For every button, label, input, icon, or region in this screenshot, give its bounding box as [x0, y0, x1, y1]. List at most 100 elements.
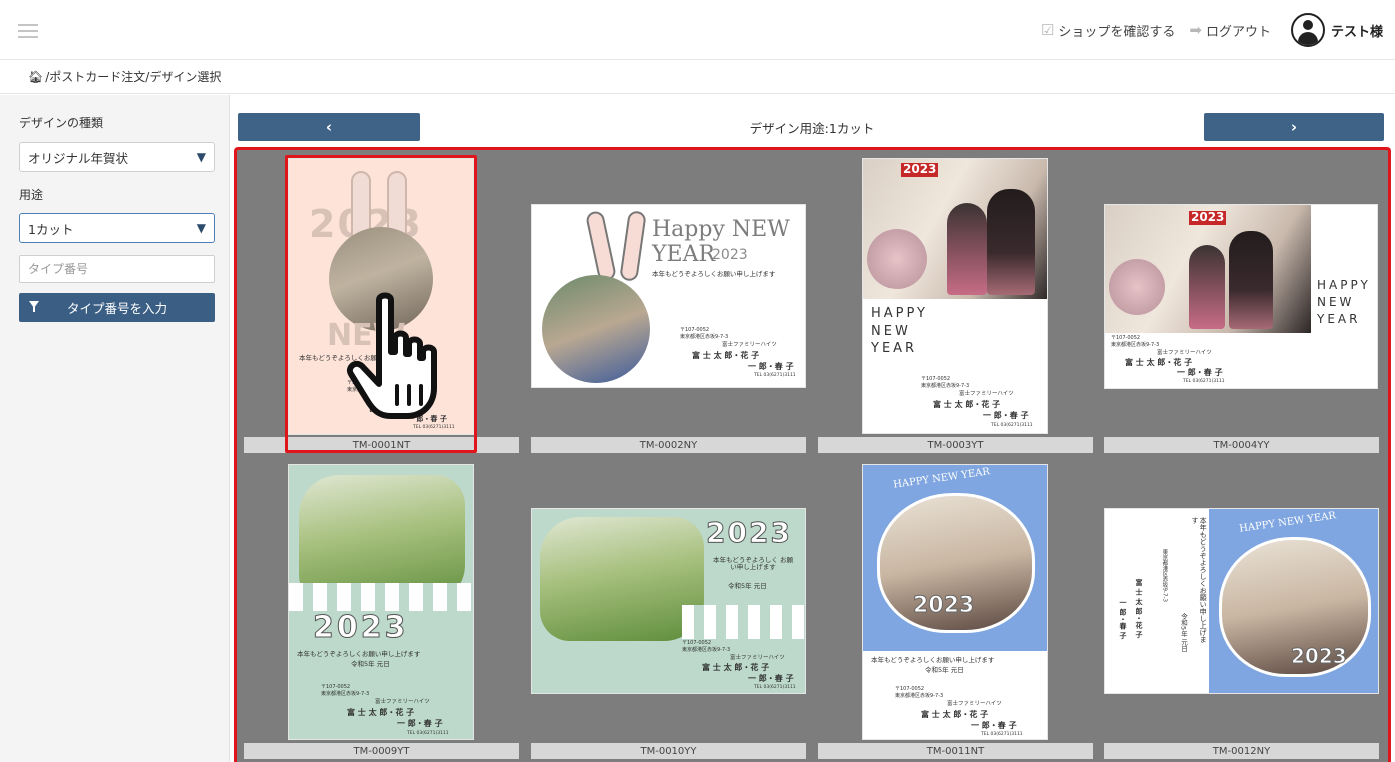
- sender-tel: TEL 03(6271)3111: [754, 685, 796, 690]
- design-code-caption[interactable]: TM-0002NY: [531, 437, 806, 453]
- card-year: 2023: [706, 516, 792, 549]
- sender-building: 富士ファミリーハイツ: [947, 701, 1002, 707]
- card-greeting-line: NEW: [1317, 294, 1355, 309]
- sender-postal: 〒107-0052: [682, 640, 712, 646]
- card-message: 本年もどうぞよろしくお願い申し上げます: [652, 270, 776, 278]
- sender-address: 東京都港区赤坂9-7-3: [1111, 342, 1160, 348]
- card-year: 2023: [912, 592, 975, 618]
- hand-pointer-icon: [347, 292, 437, 419]
- sender-postal: 〒107-0052: [921, 376, 951, 382]
- breadcrumb: 🏠︎ / ポストカード注文 / デザイン選択: [0, 60, 1395, 94]
- sender-postal: 〒107-0052: [895, 686, 925, 692]
- type-number-button[interactable]: タイプ番号を入力: [19, 293, 215, 322]
- card-year: 2023: [901, 162, 939, 177]
- design-card-thumbnail[interactable]: 2023 HAPPY NEW YEAR 〒107-0052 東京都港区赤坂9-7…: [862, 158, 1048, 434]
- usage-select[interactable]: 1カット ▼: [19, 213, 215, 243]
- card-era: 令和5年 元日: [728, 582, 767, 590]
- top-bar: ☑ ショップを確認する ➡ ログアウト テスト様: [0, 0, 1395, 60]
- sender-tel: TEL 03(6271)3111: [991, 423, 1033, 428]
- design-code-caption[interactable]: TM-0003YT: [818, 437, 1093, 453]
- card-greeting: HAPPY NEW YEAR: [1317, 277, 1371, 327]
- usage-label: 用途: [19, 188, 44, 202]
- sender-name1: 富 士 太 郎・花 子: [921, 710, 989, 719]
- card-message: 本年もどうぞよろしくお願い申し上げます: [871, 656, 995, 664]
- sender-name1: 富 士 太 郎・花 子: [347, 708, 415, 717]
- design-card-thumbnail[interactable]: 2023 本年もどうぞよろしく お願い申し上げます 令和5年 元日 〒107-0…: [531, 508, 806, 694]
- sender-address: 東京都港区赤坂9-7-3: [1161, 549, 1168, 602]
- sender-building: 富士ファミリーハイツ: [730, 655, 785, 661]
- card-year-value: 2023: [901, 162, 939, 177]
- prev-button[interactable]: ‹: [238, 113, 420, 141]
- design-code-caption[interactable]: TM-0010YY: [531, 743, 806, 759]
- design-card-thumbnail[interactable]: 2023 本年もどうぞよろしくお願い申し上げます 令和5年 元日 〒107-00…: [288, 464, 474, 740]
- chevron-down-icon: ▼: [196, 221, 206, 235]
- shop-link[interactable]: ☑ ショップを確認する: [1041, 21, 1175, 40]
- sender-address: 東京都港区赤坂9-7-3: [921, 383, 970, 389]
- card-year: 2023: [712, 247, 748, 263]
- design-type-value: オリジナル年賀状: [28, 150, 129, 166]
- card-era: 令和5年 元日: [925, 666, 964, 674]
- card-year: 2023: [1291, 644, 1348, 668]
- sender-name2: 一 郎・春 子: [971, 721, 1017, 730]
- card-year: 2023: [313, 610, 409, 645]
- type-number-input[interactable]: [19, 255, 215, 283]
- card-greeting-line: NEW: [871, 323, 911, 339]
- sender-tel: TEL 03(6271)3111: [754, 373, 796, 378]
- logout-icon: ➡: [1189, 21, 1202, 39]
- sender-address: 東京都港区赤坂9-7-3: [680, 334, 729, 340]
- logout-link[interactable]: ➡ ログアウト: [1189, 21, 1271, 40]
- card-year-value: 2023: [1189, 210, 1227, 225]
- design-code-caption[interactable]: TM-0011NT: [818, 743, 1093, 759]
- sender-building: 富士ファミリーハイツ: [1157, 350, 1212, 356]
- sender-name2: 一 郎・春 子: [397, 719, 443, 728]
- chevron-right-icon: ›: [1290, 118, 1298, 136]
- design-card-thumbnail[interactable]: HAPPY NEW YEAR 2023 本年もどうぞよろしくお願い申し上げます …: [1104, 508, 1379, 694]
- sender-name2: 一 郎・春 子: [748, 674, 794, 683]
- design-card-thumbnail[interactable]: Happy NEW YEAR 2023 本年もどうぞよろしくお願い申し上げます …: [531, 204, 806, 388]
- sender-name2: 一 郎・春 子: [983, 411, 1029, 420]
- sender-name1: 富 士 太 郎・花 子: [1135, 579, 1144, 638]
- filter-icon: [29, 301, 39, 312]
- home-icon[interactable]: 🏠︎: [28, 70, 43, 84]
- usage-value: 1カット: [28, 221, 74, 237]
- card-greeting-line: YEAR: [871, 341, 918, 357]
- sender-building: 富士ファミリーハイツ: [375, 699, 430, 705]
- sender-postal: 〒107-0052: [321, 684, 351, 690]
- sender-address: 東京都港区赤坂9-7-3: [682, 647, 731, 653]
- sender-name2: 一 郎・春 子: [1119, 599, 1128, 639]
- sender-tel: TEL 03(6271)3111: [407, 731, 449, 736]
- type-number-button-label: タイプ番号を入力: [66, 301, 167, 316]
- sender-postal: 〒107-0052: [680, 327, 710, 333]
- design-card-thumbnail[interactable]: 2023 HAPPY NEW YEAR 〒107-0052 東京都港区赤坂9-7…: [1104, 204, 1378, 389]
- sender-tel: TEL 03(6271)3111: [981, 732, 1023, 737]
- usage-title: デザイン用途:1カット: [749, 120, 875, 136]
- design-type-label: デザインの種類: [19, 116, 104, 130]
- chevron-down-icon: ▼: [196, 150, 206, 164]
- breadcrumb-item-postcard-order[interactable]: ポストカード注文: [49, 68, 145, 85]
- next-button[interactable]: ›: [1204, 113, 1384, 141]
- hamburger-icon[interactable]: [18, 24, 38, 38]
- sender-tel: TEL 03(6271)3111: [1183, 379, 1225, 384]
- sender-address: 東京都港区赤坂9-7-3: [895, 693, 944, 699]
- card-greeting-line: HAPPY: [871, 306, 929, 321]
- sender-building: 富士ファミリーハイツ: [959, 391, 1014, 397]
- design-code-caption[interactable]: TM-0009YT: [244, 743, 519, 759]
- user-name[interactable]: テスト様: [1331, 21, 1383, 40]
- chevron-left-icon: ‹: [325, 118, 333, 136]
- design-code-caption[interactable]: TM-0012NY: [1104, 743, 1379, 759]
- card-greeting-line: YEAR: [1317, 311, 1361, 326]
- checkbox-icon: ☑: [1040, 21, 1055, 39]
- logout-label: ログアウト: [1205, 24, 1271, 40]
- design-code-caption[interactable]: TM-0004YY: [1104, 437, 1379, 453]
- top-right-menu: ☑ ショップを確認する ➡ ログアウト テスト様: [1041, 12, 1383, 48]
- card-message: 本年もどうぞよろしく お願い申し上げます: [713, 556, 793, 572]
- design-type-select[interactable]: オリジナル年賀状 ▼: [19, 142, 215, 172]
- sender-tel: TEL 03(6271)3111: [413, 425, 455, 430]
- design-code-caption[interactable]: TM-0001NT: [244, 437, 519, 453]
- user-avatar-icon[interactable]: [1290, 13, 1325, 47]
- sender-name2: 一 郎・春 子: [748, 362, 794, 371]
- design-card-thumbnail[interactable]: HAPPY NEW YEAR 2023 本年もどうぞよろしくお願い申し上げます …: [862, 464, 1048, 740]
- card-greeting-line: HAPPY: [1317, 278, 1371, 292]
- sender-name1: 富 士 太 郎・花 子: [933, 400, 1001, 409]
- card-era: 令和5年 元日: [351, 660, 390, 668]
